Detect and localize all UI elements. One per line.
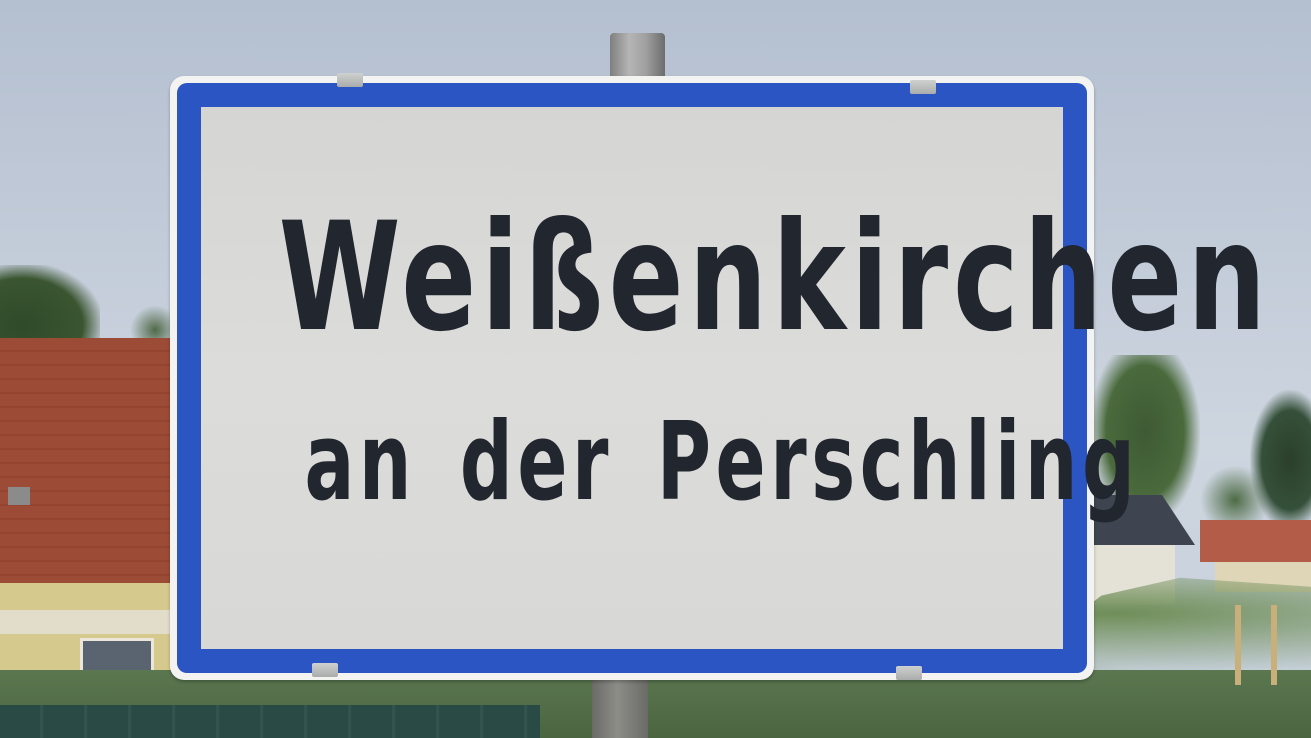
house-far-right-roof <box>1200 520 1311 562</box>
mounting-clip <box>896 666 922 680</box>
town-subtitle: an der Perschling <box>304 400 1140 525</box>
wooden-posts <box>1225 605 1285 685</box>
mounting-clip <box>312 663 338 677</box>
photo-scene: Weißenkirchen an der Perschling <box>0 0 1311 738</box>
mounting-clip <box>910 80 936 94</box>
roof-vent <box>8 487 30 505</box>
town-name: Weißenkirchen <box>278 191 1271 365</box>
town-sign-panel: Weißenkirchen an der Perschling <box>177 83 1271 673</box>
green-fence <box>0 705 540 738</box>
mounting-clip <box>337 73 363 87</box>
house-left-roof <box>0 338 172 583</box>
house-left-trim <box>0 610 172 634</box>
town-sign: Weißenkirchen an der Perschling <box>170 76 1271 680</box>
sign-pole-bottom <box>592 680 648 738</box>
